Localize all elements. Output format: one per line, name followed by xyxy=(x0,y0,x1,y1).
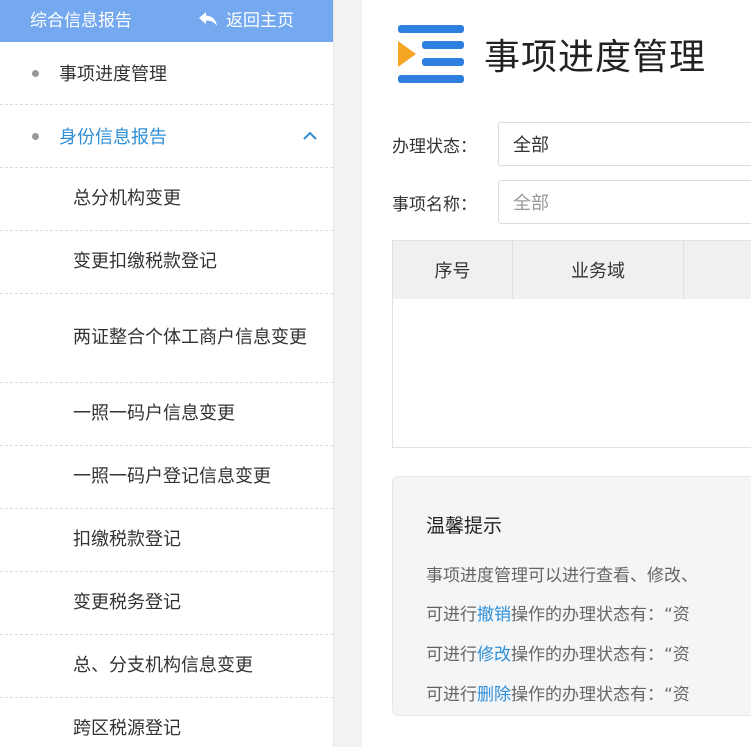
list-play-icon xyxy=(398,25,464,83)
sidebar-subitem-branch-change[interactable]: 总分机构变更 xyxy=(0,168,333,231)
sidebar-subitem-label: 两证整合个体工商户信息变更 xyxy=(73,327,307,348)
sidebar-subitem-label: 跨区税源登记 xyxy=(73,718,181,739)
back-home-label: 返回主页 xyxy=(226,11,294,31)
tip-prefix: 可进行 xyxy=(426,685,477,705)
sidebar-subitem-label: 一照一码户登记信息变更 xyxy=(73,466,271,487)
bullet-dot xyxy=(32,69,39,77)
sidebar-item-label: 身份信息报告 xyxy=(59,127,167,148)
sidebar-subitem-branch-info-change[interactable]: 总、分支机构信息变更 xyxy=(0,635,333,698)
column-header-domain: 业务域 xyxy=(513,241,684,299)
column-header-blank xyxy=(684,241,751,299)
sidebar-item-label: 事项进度管理 xyxy=(59,64,167,85)
revoke-link[interactable]: 撤销 xyxy=(477,605,511,625)
item-name-placeholder: 全部 xyxy=(513,193,549,214)
status-label: 办理状态： xyxy=(392,136,477,157)
status-select[interactable]: 全部 xyxy=(498,122,751,166)
table-header: 序号 业务域 xyxy=(393,241,751,299)
name-label: 事项名称： xyxy=(392,194,477,215)
tip-line-2: 可进行撤销操作的办理状态有：“资 xyxy=(426,600,690,625)
sidebar-subitem-label: 变更扣缴税款登记 xyxy=(73,251,217,272)
sidebar-item-progress-management[interactable]: 事项进度管理 xyxy=(0,42,333,105)
chevron-up-icon[interactable] xyxy=(301,127,319,145)
sidebar-subitem-label: 扣缴税款登记 xyxy=(73,529,181,550)
tip-prefix: 可进行 xyxy=(426,605,477,625)
tip-line-1: 事项进度管理可以进行查看、修改、 xyxy=(426,566,698,586)
sidebar-subitem-label: 一照一码户信息变更 xyxy=(73,403,235,424)
sidebar-subitem-cross-region-registration[interactable]: 跨区税源登记 xyxy=(0,698,333,747)
tip-prefix: 可进行 xyxy=(426,645,477,665)
sidebar-subitem-label: 总、分支机构信息变更 xyxy=(73,655,253,676)
sidebar-subitem-tax-registration-change[interactable]: 变更税务登记 xyxy=(0,572,333,635)
sidebar-subitem-one-license-registration-change[interactable]: 一照一码户登记信息变更 xyxy=(0,446,333,509)
status-selected-value: 全部 xyxy=(513,135,549,156)
status-filter-row: 办理状态： 全部 xyxy=(392,122,751,166)
sidebar-item-identity-report[interactable]: 身份信息报告 xyxy=(0,105,333,168)
sidebar-header: 综合信息报告 返回主页 xyxy=(0,0,333,42)
sidebar-subitem-one-license-info-change[interactable]: 一照一码户信息变更 xyxy=(0,383,333,446)
sidebar: 综合信息报告 返回主页 事项进度管理 身份信息报告 总分机构变更 变更扣缴税款登… xyxy=(0,0,334,747)
modify-link[interactable]: 修改 xyxy=(477,645,511,665)
results-table: 序号 业务域 xyxy=(392,240,751,448)
page-header: 事项进度管理 xyxy=(394,22,706,86)
delete-link[interactable]: 删除 xyxy=(477,685,511,705)
return-arrow-icon xyxy=(199,11,217,26)
main-panel: 事项进度管理 办理状态： 全部 事项名称： 全部 序号 业务域 温馨提示 事项进… xyxy=(362,0,751,747)
back-home-button[interactable]: 返回主页 xyxy=(198,6,294,31)
sidebar-title: 综合信息报告 xyxy=(30,11,132,31)
tip-line-3: 可进行修改操作的办理状态有：“资 xyxy=(426,640,690,665)
sidebar-subitem-label: 变更税务登记 xyxy=(73,592,181,613)
column-header-index: 序号 xyxy=(393,241,513,299)
sidebar-subitem-individual-business-change[interactable]: 两证整合个体工商户信息变更 xyxy=(0,294,333,383)
tip-suffix: 操作的办理状态有：“资 xyxy=(511,605,690,625)
tip-suffix: 操作的办理状态有：“资 xyxy=(511,645,690,665)
item-name-input[interactable]: 全部 xyxy=(498,180,751,224)
sidebar-subitem-withholding-change[interactable]: 变更扣缴税款登记 xyxy=(0,231,333,294)
page-title: 事项进度管理 xyxy=(484,37,707,78)
tips-panel: 温馨提示 事项进度管理可以进行查看、修改、 可进行撤销操作的办理状态有：“资 可… xyxy=(392,476,751,716)
bullet-dot xyxy=(32,132,39,140)
name-filter-row: 事项名称： 全部 xyxy=(392,180,751,224)
sidebar-subitem-withholding-registration[interactable]: 扣缴税款登记 xyxy=(0,509,333,572)
tip-suffix: 操作的办理状态有：“资 xyxy=(511,685,690,705)
tips-title: 温馨提示 xyxy=(426,515,503,537)
sidebar-subitem-label: 总分机构变更 xyxy=(73,188,181,209)
tip-line-4: 可进行删除操作的办理状态有：“资 xyxy=(426,680,690,705)
